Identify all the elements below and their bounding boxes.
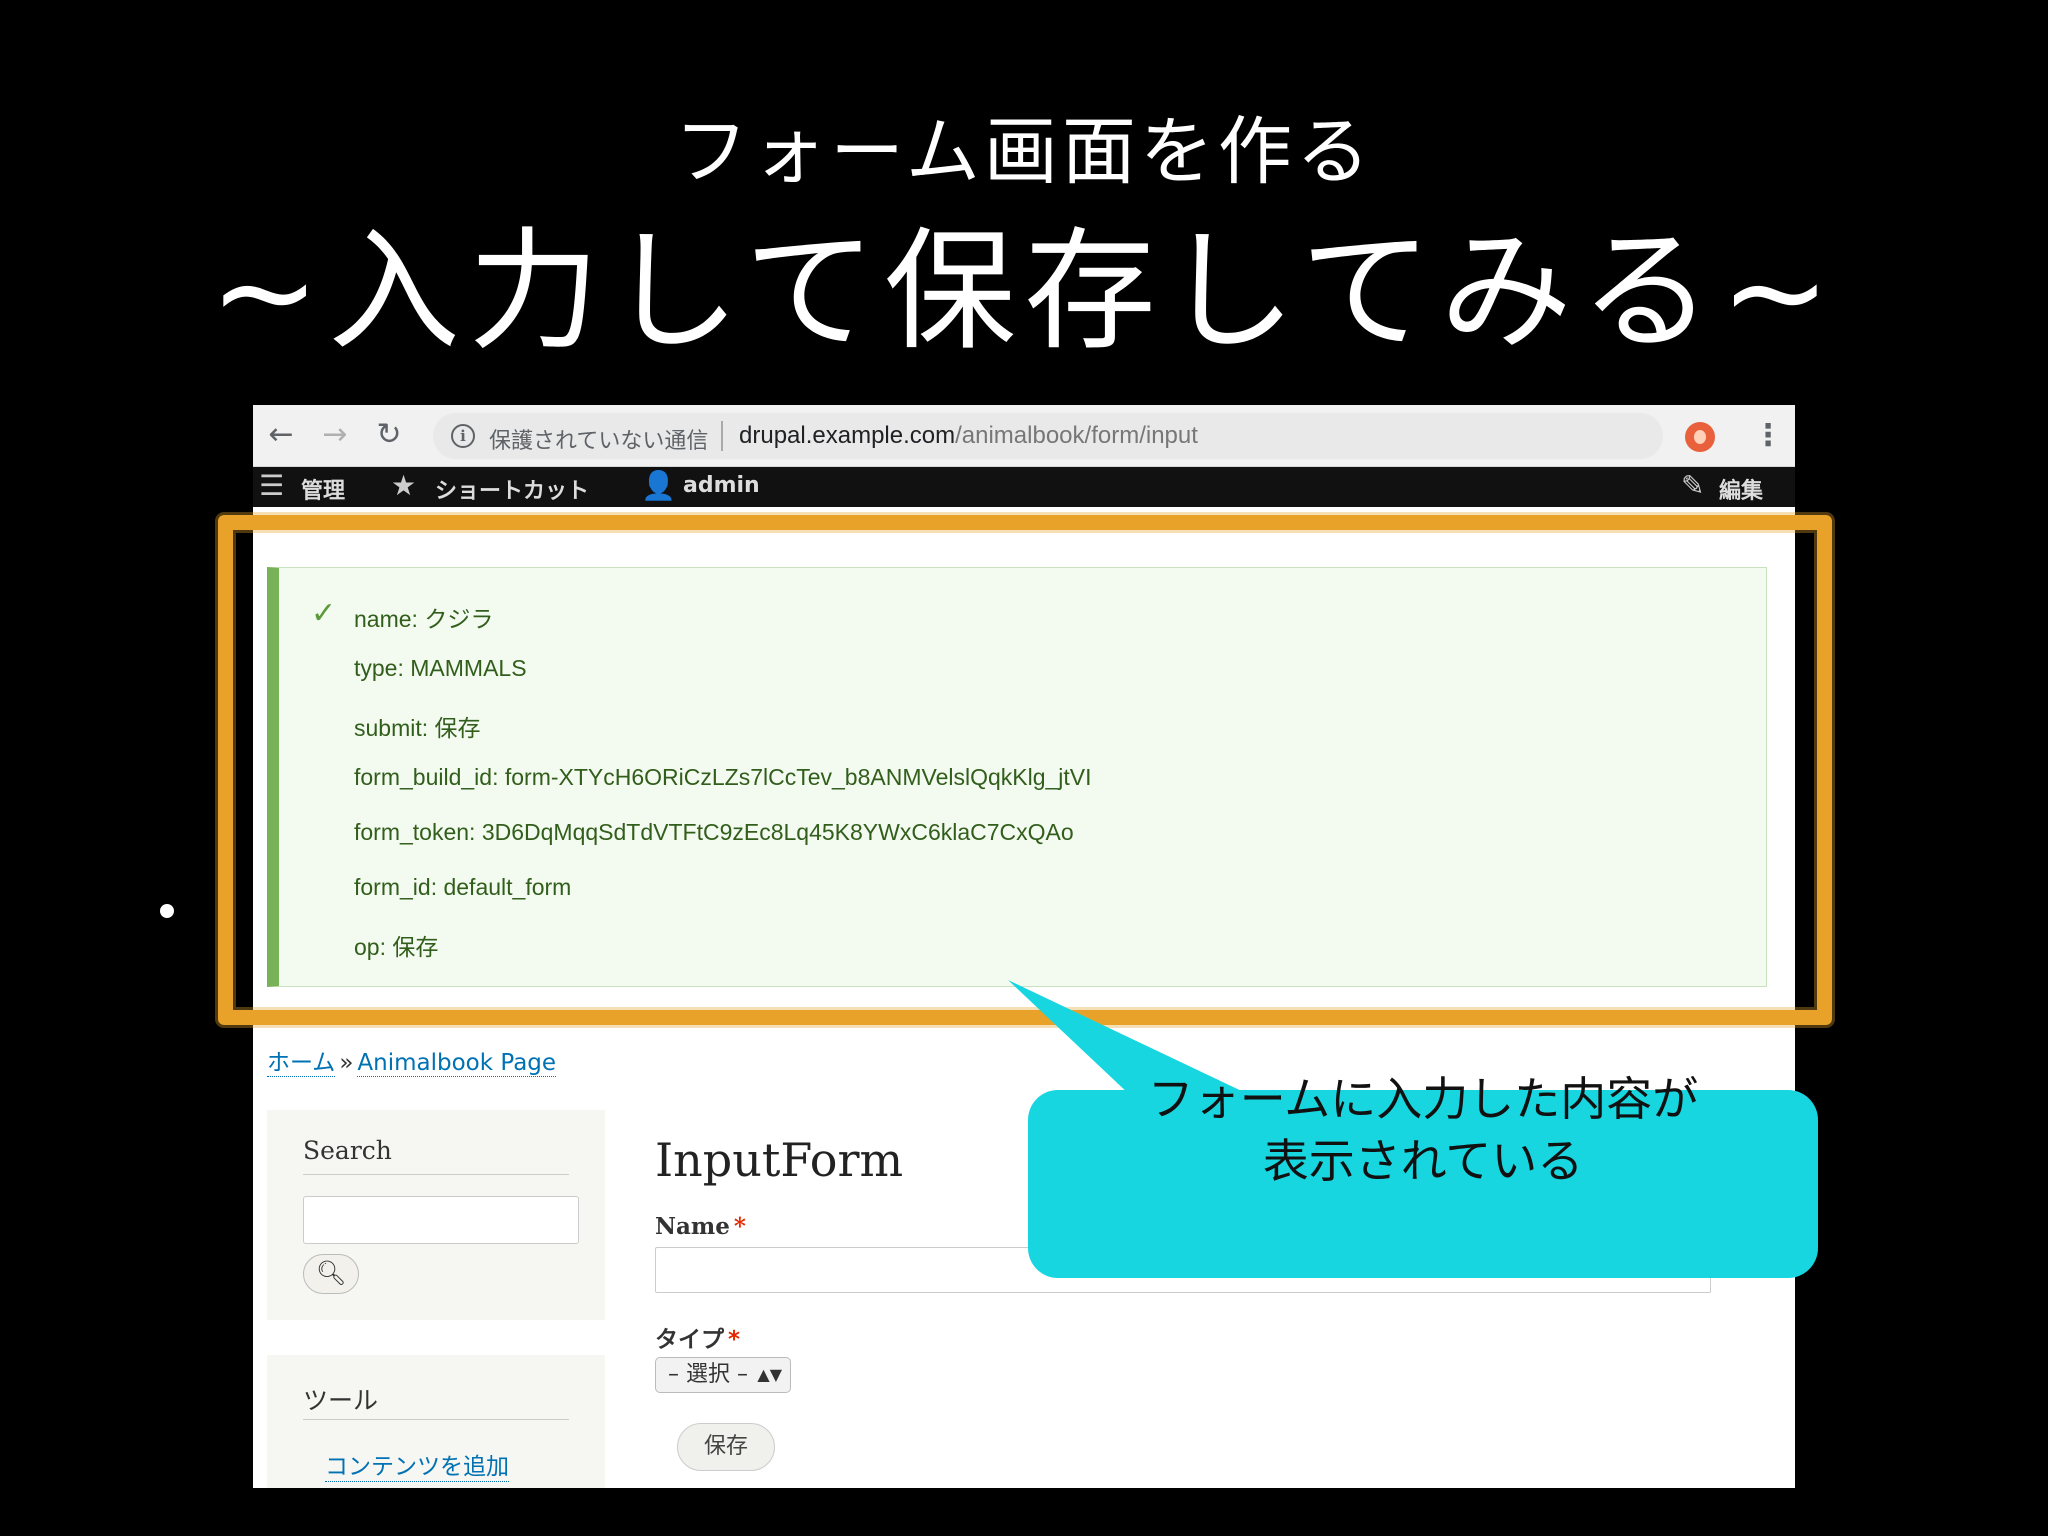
callout-text: フォームに入力した内容が 表示されている (0, 1068, 1828, 1192)
callout-line1: フォームに入力した内容が (1147, 1072, 1699, 1126)
callout-line2: 表示されている (1262, 1134, 1584, 1188)
callout-pointer (1008, 980, 1250, 1095)
